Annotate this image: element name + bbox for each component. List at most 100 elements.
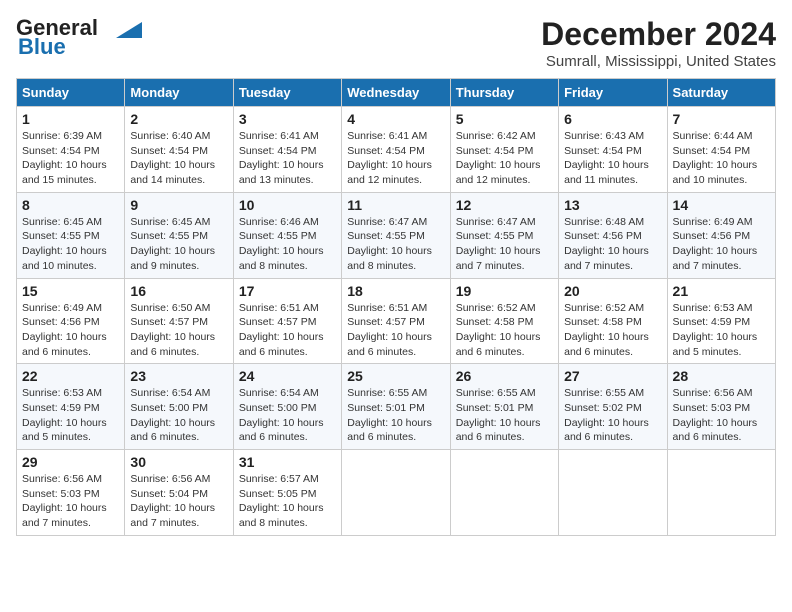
day-info: Sunrise: 6:53 AMSunset: 4:59 PMDaylight:… xyxy=(22,386,119,445)
day-info: Sunrise: 6:55 AMSunset: 5:01 PMDaylight:… xyxy=(456,386,553,445)
day-number: 3 xyxy=(239,111,336,127)
day-number: 15 xyxy=(22,283,119,299)
weekday-header-thursday: Thursday xyxy=(450,79,558,107)
calendar-cell: 25Sunrise: 6:55 AMSunset: 5:01 PMDayligh… xyxy=(342,364,450,450)
day-info: Sunrise: 6:45 AMSunset: 4:55 PMDaylight:… xyxy=(22,215,119,274)
calendar-cell: 28Sunrise: 6:56 AMSunset: 5:03 PMDayligh… xyxy=(667,364,775,450)
day-number: 5 xyxy=(456,111,553,127)
day-number: 8 xyxy=(22,197,119,213)
calendar-cell: 29 Sunrise: 6:56 AMSunset: 5:03 PMDayligh… xyxy=(17,450,125,536)
day-number: 2 xyxy=(130,111,227,127)
day-number: 11 xyxy=(347,197,444,213)
day-info: Sunrise: 6:39 AMSunset: 4:54 PMDaylight:… xyxy=(22,129,119,188)
logo-icon xyxy=(106,18,142,40)
day-info: Sunrise: 6:40 AMSunset: 4:54 PMDaylight:… xyxy=(130,129,227,188)
day-number: 22 xyxy=(22,368,119,384)
day-info: Sunrise: 6:56 AMSunset: 5:04 PMDaylight:… xyxy=(130,472,227,531)
calendar-cell: 18 Sunrise: 6:51 AMSunset: 4:57 PMDayligh… xyxy=(342,278,450,364)
calendar-table: SundayMondayTuesdayWednesdayThursdayFrid… xyxy=(16,78,776,536)
day-info: Sunrise: 6:41 AMSunset: 4:54 PMDaylight:… xyxy=(347,129,444,188)
calendar-cell: 12Sunrise: 6:47 AMSunset: 4:55 PMDayligh… xyxy=(450,192,558,278)
calendar-cell: 5 Sunrise: 6:42 AMSunset: 4:54 PMDaylight… xyxy=(450,107,558,193)
calendar-cell: 6 Sunrise: 6:43 AMSunset: 4:54 PMDaylight… xyxy=(559,107,667,193)
day-info: Sunrise: 6:41 AMSunset: 4:54 PMDaylight:… xyxy=(239,129,336,188)
day-number: 21 xyxy=(673,283,770,299)
calendar-week-5: 29 Sunrise: 6:56 AMSunset: 5:03 PMDayligh… xyxy=(17,450,776,536)
weekday-header-row: SundayMondayTuesdayWednesdayThursdayFrid… xyxy=(17,79,776,107)
calendar-cell: 10 Sunrise: 6:46 AMSunset: 4:55 PMDayligh… xyxy=(233,192,341,278)
day-number: 31 xyxy=(239,454,336,470)
month-title: December 2024 xyxy=(541,16,776,53)
calendar-cell xyxy=(450,450,558,536)
weekday-header-saturday: Saturday xyxy=(667,79,775,107)
day-info: Sunrise: 6:51 AMSunset: 4:57 PMDaylight:… xyxy=(239,301,336,360)
day-info: Sunrise: 6:53 AMSunset: 4:59 PMDaylight:… xyxy=(673,301,770,360)
calendar-cell xyxy=(559,450,667,536)
day-number: 18 xyxy=(347,283,444,299)
day-info: Sunrise: 6:42 AMSunset: 4:54 PMDaylight:… xyxy=(456,129,553,188)
day-info: Sunrise: 6:52 AMSunset: 4:58 PMDaylight:… xyxy=(564,301,661,360)
day-info: Sunrise: 6:52 AMSunset: 4:58 PMDaylight:… xyxy=(456,301,553,360)
title-area: December 2024 Sumrall, Mississippi, Unit… xyxy=(541,16,776,70)
calendar-week-1: 1 Sunrise: 6:39 AMSunset: 4:54 PMDaylight… xyxy=(17,107,776,193)
calendar-cell: 15 Sunrise: 6:49 AMSunset: 4:56 PMDayligh… xyxy=(17,278,125,364)
header: General Blue December 2024 Sumrall, Miss… xyxy=(16,16,776,70)
day-info: Sunrise: 6:54 AMSunset: 5:00 PMDaylight:… xyxy=(239,386,336,445)
calendar-cell: 1 Sunrise: 6:39 AMSunset: 4:54 PMDaylight… xyxy=(17,107,125,193)
calendar-cell: 11 Sunrise: 6:47 AMSunset: 4:55 PMDayligh… xyxy=(342,192,450,278)
day-info: Sunrise: 6:56 AMSunset: 5:03 PMDaylight:… xyxy=(22,472,119,531)
calendar-cell: 27 Sunrise: 6:55 AMSunset: 5:02 PMDayligh… xyxy=(559,364,667,450)
calendar-cell: 17Sunrise: 6:51 AMSunset: 4:57 PMDayligh… xyxy=(233,278,341,364)
day-number: 14 xyxy=(673,197,770,213)
day-number: 28 xyxy=(673,368,770,384)
day-info: Sunrise: 6:46 AMSunset: 4:55 PMDaylight:… xyxy=(239,215,336,274)
day-info: Sunrise: 6:45 AMSunset: 4:55 PMDaylight:… xyxy=(130,215,227,274)
day-number: 29 xyxy=(22,454,119,470)
day-info: Sunrise: 6:43 AMSunset: 4:54 PMDaylight:… xyxy=(564,129,661,188)
day-number: 12 xyxy=(456,197,553,213)
day-info: Sunrise: 6:51 AMSunset: 4:57 PMDaylight:… xyxy=(347,301,444,360)
day-number: 19 xyxy=(456,283,553,299)
day-info: Sunrise: 6:47 AMSunset: 4:55 PMDaylight:… xyxy=(347,215,444,274)
calendar-cell xyxy=(667,450,775,536)
weekday-header-tuesday: Tuesday xyxy=(233,79,341,107)
logo: General Blue xyxy=(16,16,142,60)
day-number: 16 xyxy=(130,283,227,299)
day-number: 13 xyxy=(564,197,661,213)
calendar-cell: 23Sunrise: 6:54 AMSunset: 5:00 PMDayligh… xyxy=(125,364,233,450)
day-number: 7 xyxy=(673,111,770,127)
calendar-cell: 7Sunrise: 6:44 AMSunset: 4:54 PMDaylight… xyxy=(667,107,775,193)
calendar-week-3: 15 Sunrise: 6:49 AMSunset: 4:56 PMDayligh… xyxy=(17,278,776,364)
calendar-cell: 3 Sunrise: 6:41 AMSunset: 4:54 PMDaylight… xyxy=(233,107,341,193)
calendar-cell: 4Sunrise: 6:41 AMSunset: 4:54 PMDaylight… xyxy=(342,107,450,193)
calendar-cell: 20 Sunrise: 6:52 AMSunset: 4:58 PMDayligh… xyxy=(559,278,667,364)
calendar-week-4: 22 Sunrise: 6:53 AMSunset: 4:59 PMDayligh… xyxy=(17,364,776,450)
day-number: 1 xyxy=(22,111,119,127)
day-number: 10 xyxy=(239,197,336,213)
day-info: Sunrise: 6:55 AMSunset: 5:02 PMDaylight:… xyxy=(564,386,661,445)
day-info: Sunrise: 6:57 AMSunset: 5:05 PMDaylight:… xyxy=(239,472,336,531)
day-number: 24 xyxy=(239,368,336,384)
day-info: Sunrise: 6:50 AMSunset: 4:57 PMDaylight:… xyxy=(130,301,227,360)
calendar-cell: 13Sunrise: 6:48 AMSunset: 4:56 PMDayligh… xyxy=(559,192,667,278)
calendar-cell: 21 Sunrise: 6:53 AMSunset: 4:59 PMDayligh… xyxy=(667,278,775,364)
calendar-cell: 31 Sunrise: 6:57 AMSunset: 5:05 PMDayligh… xyxy=(233,450,341,536)
day-number: 27 xyxy=(564,368,661,384)
day-info: Sunrise: 6:49 AMSunset: 4:56 PMDaylight:… xyxy=(22,301,119,360)
day-number: 9 xyxy=(130,197,227,213)
calendar-cell: 8 Sunrise: 6:45 AMSunset: 4:55 PMDaylight… xyxy=(17,192,125,278)
day-number: 26 xyxy=(456,368,553,384)
day-number: 6 xyxy=(564,111,661,127)
calendar-cell xyxy=(342,450,450,536)
day-number: 30 xyxy=(130,454,227,470)
calendar-cell: 14Sunrise: 6:49 AMSunset: 4:56 PMDayligh… xyxy=(667,192,775,278)
calendar-cell: 19 Sunrise: 6:52 AMSunset: 4:58 PMDayligh… xyxy=(450,278,558,364)
logo-blue-text: Blue xyxy=(18,34,66,60)
weekday-header-friday: Friday xyxy=(559,79,667,107)
day-number: 20 xyxy=(564,283,661,299)
weekday-header-monday: Monday xyxy=(125,79,233,107)
weekday-header-wednesday: Wednesday xyxy=(342,79,450,107)
calendar-cell: 16 Sunrise: 6:50 AMSunset: 4:57 PMDayligh… xyxy=(125,278,233,364)
weekday-header-sunday: Sunday xyxy=(17,79,125,107)
calendar-week-2: 8 Sunrise: 6:45 AMSunset: 4:55 PMDaylight… xyxy=(17,192,776,278)
